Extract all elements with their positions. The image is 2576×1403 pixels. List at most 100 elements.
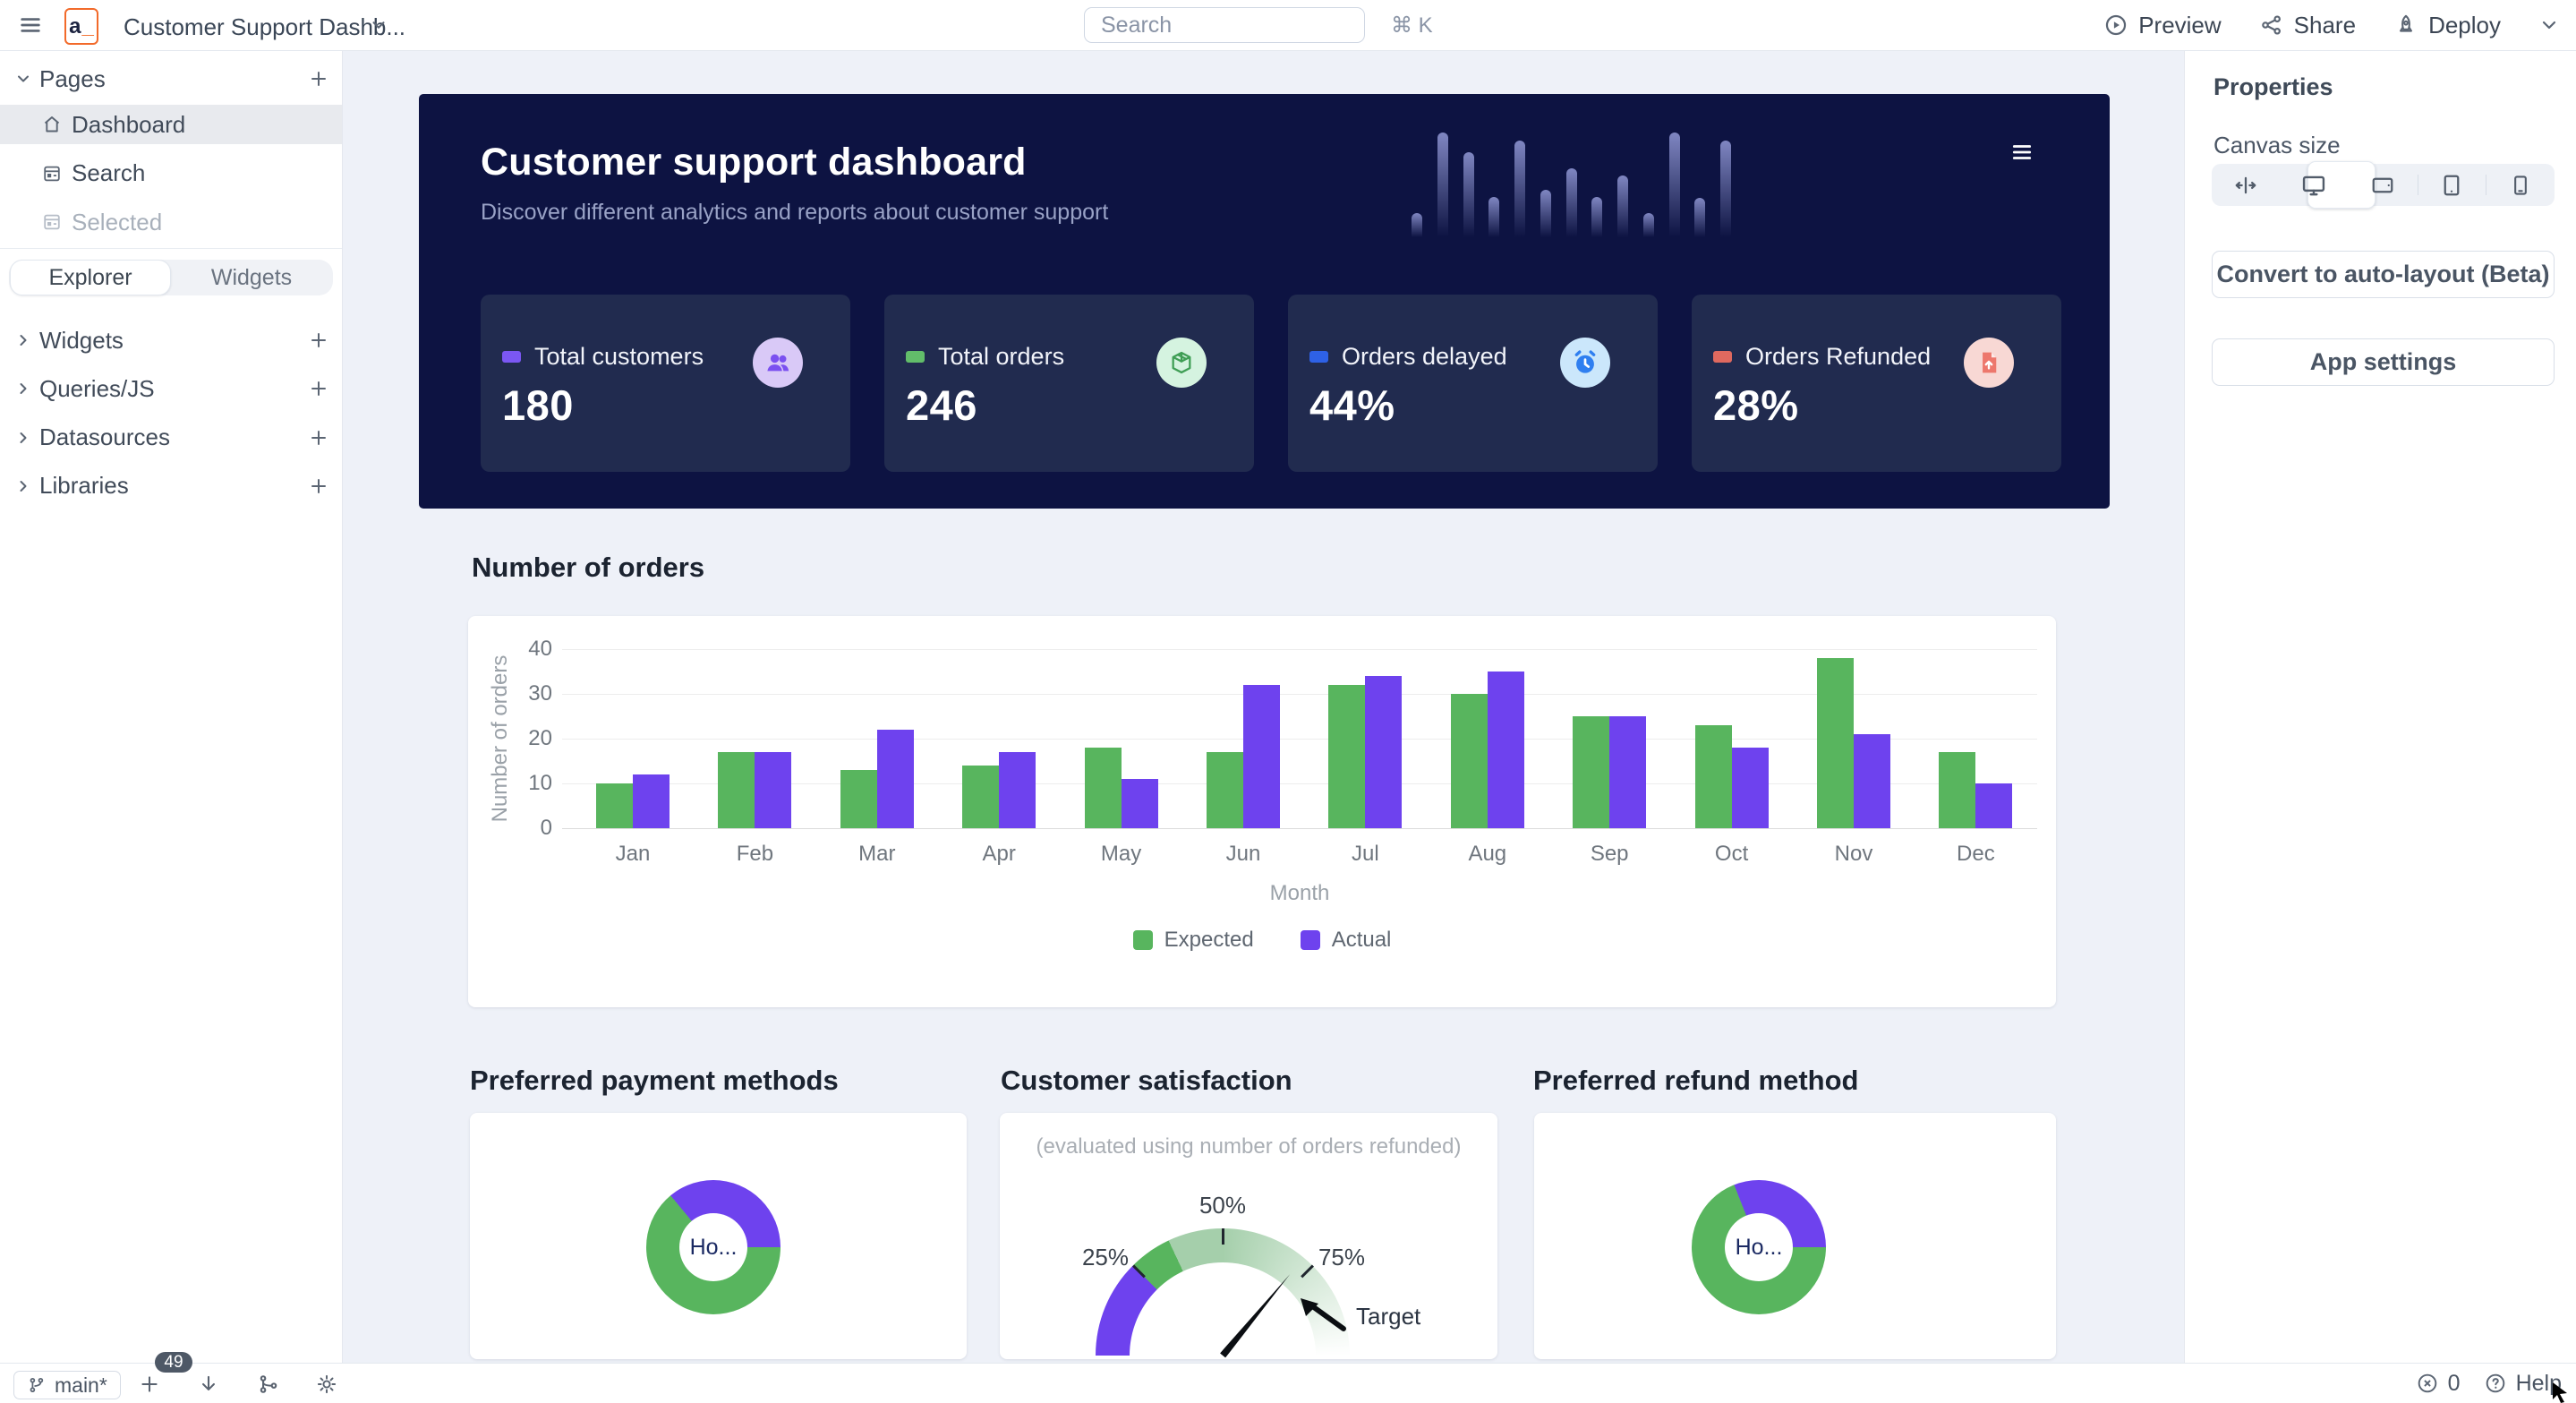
sidebar-section-widgets[interactable]: Widgets bbox=[0, 322, 342, 358]
add-icon[interactable] bbox=[308, 378, 329, 399]
desktop-icon[interactable] bbox=[2280, 164, 2348, 206]
bar-actual[interactable] bbox=[1243, 685, 1280, 828]
bar-expected[interactable] bbox=[1328, 685, 1365, 828]
deploy-menu-chevron-icon[interactable] bbox=[2538, 14, 2560, 36]
global-search[interactable]: ⌘ K bbox=[1084, 7, 1365, 43]
sidebar-item-selected[interactable]: Selected bbox=[0, 202, 342, 242]
add-icon[interactable] bbox=[138, 1373, 161, 1396]
convert-auto-layout-button[interactable]: Convert to auto-layout (Beta) bbox=[2212, 251, 2555, 298]
satisfaction-gauge-chart[interactable]: (evaluated using number of orders refund… bbox=[1000, 1113, 1497, 1359]
bar-actual[interactable] bbox=[1122, 779, 1158, 828]
sidebar-section-datasources[interactable]: Datasources bbox=[0, 420, 342, 456]
hero-subtitle: Discover different analytics and reports… bbox=[481, 200, 1108, 226]
chevron-right-icon[interactable] bbox=[14, 477, 32, 495]
bar-expected[interactable] bbox=[718, 752, 755, 828]
bar-actual[interactable] bbox=[877, 730, 914, 828]
bar-actual[interactable] bbox=[755, 752, 791, 828]
bar-actual[interactable] bbox=[633, 774, 670, 828]
pages-label: Pages bbox=[39, 65, 106, 93]
error-count: 0 bbox=[2448, 1371, 2461, 1397]
y-tick-label: 10 bbox=[499, 771, 552, 796]
decorative-bar bbox=[1412, 213, 1422, 237]
refund-method-donut-chart[interactable]: Ho... bbox=[1534, 1113, 2056, 1359]
legend-item[interactable]: Expected bbox=[1133, 928, 1254, 953]
canvas-size-selector bbox=[2212, 164, 2555, 206]
bar-expected[interactable] bbox=[1085, 748, 1122, 828]
add-icon[interactable] bbox=[308, 475, 329, 497]
chevron-down-icon[interactable] bbox=[14, 70, 32, 88]
fluid-width-icon[interactable] bbox=[2212, 164, 2280, 206]
add-icon[interactable] bbox=[308, 329, 329, 351]
sidebar-divider bbox=[0, 248, 342, 249]
bar-actual[interactable] bbox=[1609, 716, 1646, 828]
payment-methods-donut-chart[interactable]: Ho... bbox=[470, 1113, 967, 1359]
chevron-right-icon[interactable] bbox=[14, 380, 32, 398]
stat-card-orders-refunded[interactable]: Orders Refunded28% bbox=[1692, 295, 2061, 472]
app-logo[interactable]: a_ bbox=[64, 8, 98, 45]
stat-card-total-customers[interactable]: Total customers180 bbox=[481, 295, 850, 472]
properties-panel: Properties Canvas size Convert to auto-l… bbox=[2184, 50, 2576, 1363]
search-input[interactable] bbox=[1099, 12, 1391, 39]
status-bar: main* 49 0 Help bbox=[0, 1363, 2576, 1403]
bar-actual[interactable] bbox=[1854, 734, 1890, 828]
bar-actual[interactable] bbox=[1488, 672, 1524, 828]
bar-expected[interactable] bbox=[1939, 752, 1975, 828]
legend-swatch bbox=[1133, 930, 1153, 950]
preview-button[interactable]: Preview bbox=[2103, 12, 2221, 39]
legend-item[interactable]: Actual bbox=[1301, 928, 1392, 953]
hamburger-menu-icon[interactable] bbox=[18, 13, 43, 38]
bar-expected[interactable] bbox=[1207, 752, 1243, 828]
bar-expected[interactable] bbox=[840, 770, 877, 828]
app-title[interactable]: Customer Support Dashb... bbox=[124, 13, 405, 41]
git-branch-button[interactable]: main* bbox=[13, 1371, 121, 1399]
x-tick-label: Sep bbox=[1569, 842, 1650, 867]
orders-bar-chart[interactable]: Number of orders 403020100JanFebMarAprMa… bbox=[468, 616, 2056, 1007]
pull-arrow-down-icon[interactable] bbox=[197, 1373, 220, 1396]
share-button[interactable]: Share bbox=[2259, 12, 2356, 39]
x-tick-label: Jun bbox=[1203, 842, 1284, 867]
menu-icon[interactable] bbox=[2009, 141, 2035, 164]
bar-expected[interactable] bbox=[962, 766, 999, 828]
sidebar-item-dashboard[interactable]: Dashboard bbox=[0, 105, 342, 144]
git-merge-icon[interactable] bbox=[257, 1373, 280, 1396]
sidebar-section-queries-js[interactable]: Queries/JS bbox=[0, 371, 342, 406]
add-page-button[interactable] bbox=[308, 68, 329, 90]
mobile-icon[interactable] bbox=[2486, 164, 2555, 206]
pages-header[interactable]: Pages bbox=[0, 61, 342, 97]
tablet-landscape-icon[interactable] bbox=[2349, 164, 2417, 206]
stat-value: 28% bbox=[1713, 381, 1799, 430]
tab-explorer[interactable]: Explorer bbox=[10, 260, 171, 295]
bar-actual[interactable] bbox=[999, 752, 1036, 828]
chevron-down-icon[interactable] bbox=[369, 15, 388, 35]
stat-card-orders-delayed[interactable]: Orders delayed44% bbox=[1288, 295, 1658, 472]
hero-container[interactable]: Customer support dashboard Discover diff… bbox=[419, 94, 2110, 509]
errors-indicator[interactable]: 0 bbox=[2416, 1371, 2461, 1397]
tablet-portrait-icon[interactable] bbox=[2418, 164, 2486, 206]
bar-expected[interactable] bbox=[1695, 725, 1732, 828]
stat-value: 44% bbox=[1309, 381, 1395, 430]
bar-expected[interactable] bbox=[1817, 658, 1854, 828]
bar-actual[interactable] bbox=[1365, 676, 1402, 828]
app-settings-button[interactable]: App settings bbox=[2212, 338, 2555, 386]
settings-gear-icon[interactable] bbox=[315, 1373, 338, 1396]
chevron-right-icon[interactable] bbox=[14, 331, 32, 349]
bar-expected[interactable] bbox=[1573, 716, 1609, 828]
donut-center-label: Ho... bbox=[1725, 1213, 1793, 1281]
chevron-right-icon[interactable] bbox=[14, 429, 32, 447]
canvas-size-label: Canvas size bbox=[2213, 132, 2341, 159]
bar-actual[interactable] bbox=[1732, 748, 1769, 828]
bar-actual[interactable] bbox=[1975, 783, 2012, 828]
y-tick-label: 40 bbox=[499, 637, 552, 662]
sidebar-item-search[interactable]: Search bbox=[0, 154, 342, 193]
section-label: Widgets bbox=[39, 327, 124, 355]
help-button[interactable]: Help bbox=[2484, 1371, 2562, 1397]
sidebar-section-libraries[interactable]: Libraries bbox=[0, 468, 342, 504]
deploy-button[interactable]: Deploy bbox=[2393, 12, 2501, 39]
sidebar-item-label: Search bbox=[72, 159, 145, 187]
bar-expected[interactable] bbox=[596, 783, 633, 828]
x-tick-label: Aug bbox=[1447, 842, 1528, 867]
bar-expected[interactable] bbox=[1451, 694, 1488, 828]
tab-widgets[interactable]: Widgets bbox=[171, 260, 332, 295]
add-icon[interactable] bbox=[308, 427, 329, 449]
stat-card-total-orders[interactable]: Total orders246 bbox=[884, 295, 1254, 472]
